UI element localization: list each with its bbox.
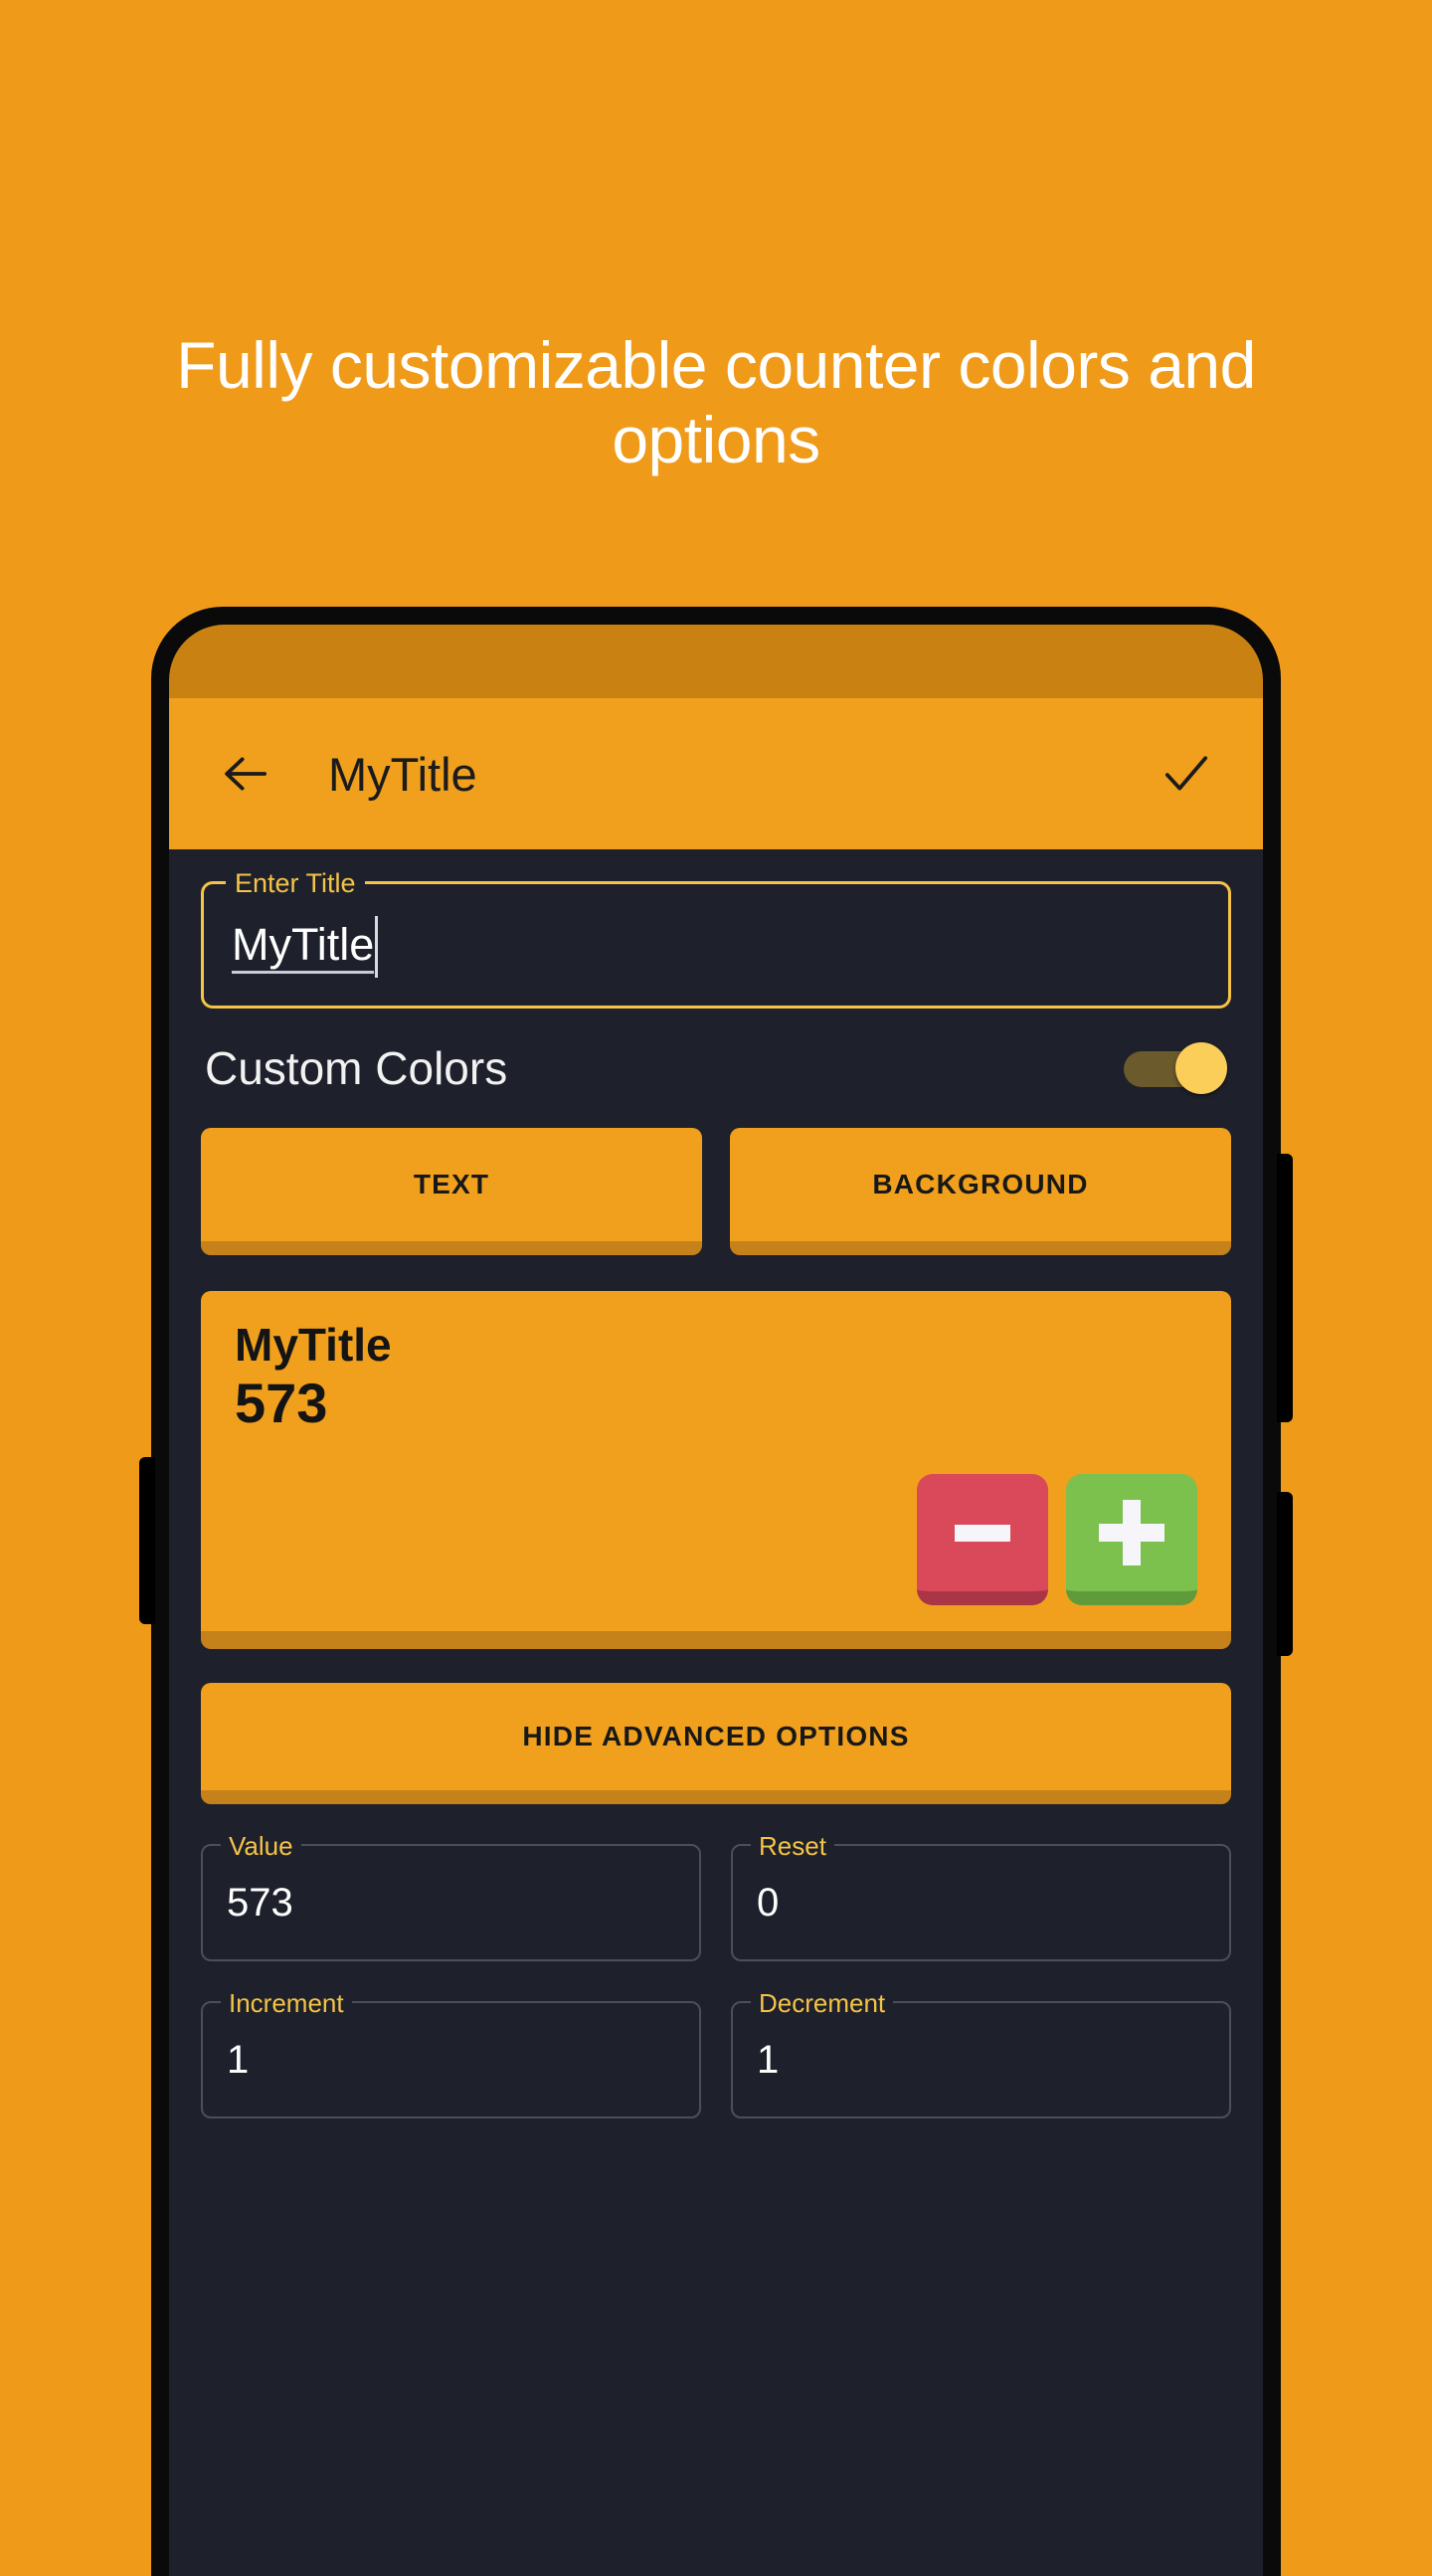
phone-mockup: MyTitle Enter Title MyTitle Custom Color…	[151, 607, 1281, 2576]
app-bar-title: MyTitle	[328, 747, 477, 801]
phone-side-button-left[interactable]	[139, 1457, 155, 1624]
text-color-button[interactable]: TEXT	[201, 1128, 702, 1255]
decrement-field[interactable]: Decrement 1	[731, 1988, 1231, 2118]
promo-headline: Fully customizable counter colors and op…	[176, 328, 1256, 477]
toggle-thumb	[1175, 1042, 1227, 1094]
title-input[interactable]: Enter Title MyTitle	[201, 867, 1231, 1009]
title-input-value-wrap: MyTitle	[232, 916, 379, 978]
phone-volume-button[interactable]	[1277, 1154, 1293, 1422]
title-input-label: Enter Title	[226, 867, 365, 899]
custom-colors-row[interactable]: Custom Colors	[201, 1009, 1231, 1128]
value-reset-row: Value 573 Reset 0	[201, 1831, 1231, 1961]
value-field[interactable]: Value 573	[201, 1831, 701, 1961]
advanced-toggle-wrap: HIDE ADVANCED OPTIONS	[201, 1683, 1231, 1804]
check-icon[interactable]	[1154, 741, 1219, 807]
reset-field-value: 0	[757, 1881, 780, 1925]
text-caret	[375, 916, 379, 978]
counter-preview-value: 573	[235, 1371, 328, 1434]
reset-field[interactable]: Reset 0	[731, 1831, 1231, 1961]
increment-field-value: 1	[227, 2038, 250, 2082]
plus-glyph	[1099, 1500, 1164, 1565]
decrement-field-label: Decrement	[751, 1988, 894, 2018]
value-field-value: 573	[227, 1881, 293, 1925]
counter-actions	[917, 1474, 1197, 1605]
settings-content: Enter Title MyTitle Custom Colors TEXT B…	[169, 867, 1263, 2118]
hide-advanced-options-button[interactable]: HIDE ADVANCED OPTIONS	[201, 1683, 1231, 1804]
app-bar: MyTitle	[169, 698, 1263, 849]
increment-decrement-row: Increment 1 Decrement 1	[201, 1988, 1231, 2118]
color-buttons-row: TEXT BACKGROUND	[201, 1128, 1231, 1255]
decrement-field-value: 1	[757, 2038, 780, 2082]
background-color-button[interactable]: BACKGROUND	[730, 1128, 1231, 1255]
status-bar	[169, 625, 1263, 698]
arrow-left-icon[interactable]	[213, 741, 278, 807]
value-field-label: Value	[221, 1831, 301, 1861]
plus-icon[interactable]	[1066, 1474, 1197, 1605]
increment-field[interactable]: Increment 1	[201, 1988, 701, 2118]
phone-power-button[interactable]	[1277, 1492, 1293, 1656]
custom-colors-toggle[interactable]	[1124, 1042, 1227, 1094]
title-input-value: MyTitle	[232, 921, 375, 974]
custom-colors-label: Custom Colors	[205, 1042, 508, 1094]
minus-icon[interactable]	[917, 1474, 1048, 1605]
increment-field-label: Increment	[221, 1988, 352, 2018]
counter-preview-card[interactable]: MyTitle 573	[201, 1291, 1231, 1649]
counter-preview-title: MyTitle	[235, 1319, 392, 1371]
reset-field-label: Reset	[751, 1831, 834, 1861]
phone-screen: MyTitle Enter Title MyTitle Custom Color…	[169, 625, 1263, 2576]
minus-glyph	[955, 1524, 1010, 1542]
